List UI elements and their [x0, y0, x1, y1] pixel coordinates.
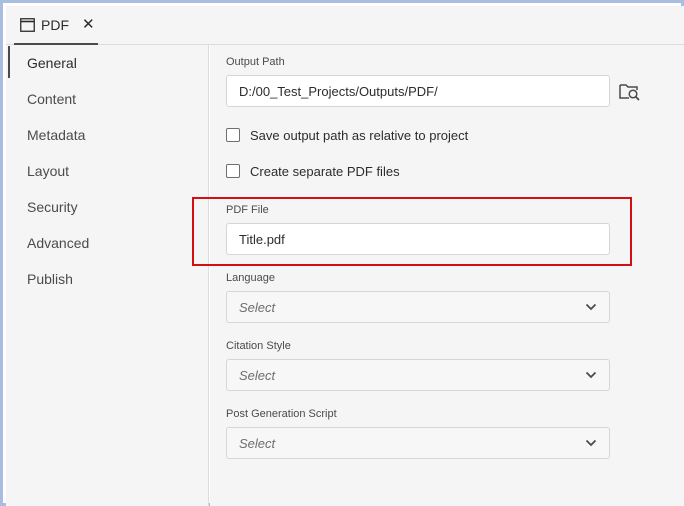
- relative-path-label: Save output path as relative to project: [250, 127, 469, 143]
- post-script-select-value: Select: [239, 435, 276, 451]
- pdf-file-label: PDF File: [226, 204, 269, 216]
- close-icon[interactable]: ✕: [82, 17, 95, 32]
- relative-path-checkbox[interactable]: [226, 128, 240, 142]
- sidebar-item-security[interactable]: Security: [6, 189, 209, 225]
- tab-pdf[interactable]: PDF ✕: [14, 6, 98, 45]
- sidebar-item-label: Security: [27, 199, 78, 215]
- sidebar-item-label: General: [27, 55, 77, 71]
- citation-style-select[interactable]: Select: [226, 359, 610, 391]
- sidebar-item-content[interactable]: Content: [6, 81, 209, 117]
- citation-style-select-value: Select: [239, 367, 276, 383]
- pdf-file-input[interactable]: [226, 223, 610, 255]
- sidebar-item-metadata[interactable]: Metadata: [6, 117, 209, 153]
- browse-folder-icon[interactable]: [619, 82, 641, 102]
- sidebar: General Content Metadata Layout Security…: [6, 45, 209, 506]
- relative-path-checkbox-row[interactable]: Save output path as relative to project: [226, 125, 468, 145]
- sidebar-item-label: Advanced: [27, 235, 90, 251]
- chevron-down-icon: [585, 371, 597, 379]
- window-icon: [20, 17, 35, 32]
- post-script-select[interactable]: Select: [226, 427, 610, 459]
- sidebar-item-layout[interactable]: Layout: [6, 153, 209, 189]
- output-path-label: Output Path: [226, 56, 285, 68]
- tab-label: PDF: [41, 16, 69, 33]
- language-select-value: Select: [239, 299, 276, 315]
- sidebar-item-label: Metadata: [27, 127, 86, 143]
- settings-panel: Output Path Save output path as relative…: [210, 45, 684, 506]
- sidebar-item-advanced[interactable]: Advanced: [6, 225, 209, 261]
- sidebar-item-label: Layout: [27, 163, 70, 179]
- sidebar-item-label: Content: [27, 91, 77, 107]
- output-path-input[interactable]: [226, 75, 610, 107]
- sidebar-item-publish[interactable]: Publish: [6, 261, 209, 297]
- sidebar-item-general[interactable]: General: [6, 45, 209, 81]
- sidebar-item-label: Publish: [27, 271, 73, 287]
- language-label: Language: [226, 272, 275, 284]
- chevron-down-icon: [585, 303, 597, 311]
- tab-bar: PDF ✕: [6, 6, 684, 45]
- chevron-down-icon: [585, 439, 597, 447]
- window-frame: PDF ✕ General Content Metadata Layout Se…: [0, 0, 684, 506]
- separate-files-checkbox-row[interactable]: Create separate PDF files: [226, 161, 400, 181]
- post-script-label: Post Generation Script: [226, 408, 337, 420]
- citation-style-label: Citation Style: [226, 340, 291, 352]
- language-select[interactable]: Select: [226, 291, 610, 323]
- separate-files-label: Create separate PDF files: [250, 163, 400, 179]
- separate-files-checkbox[interactable]: [226, 164, 240, 178]
